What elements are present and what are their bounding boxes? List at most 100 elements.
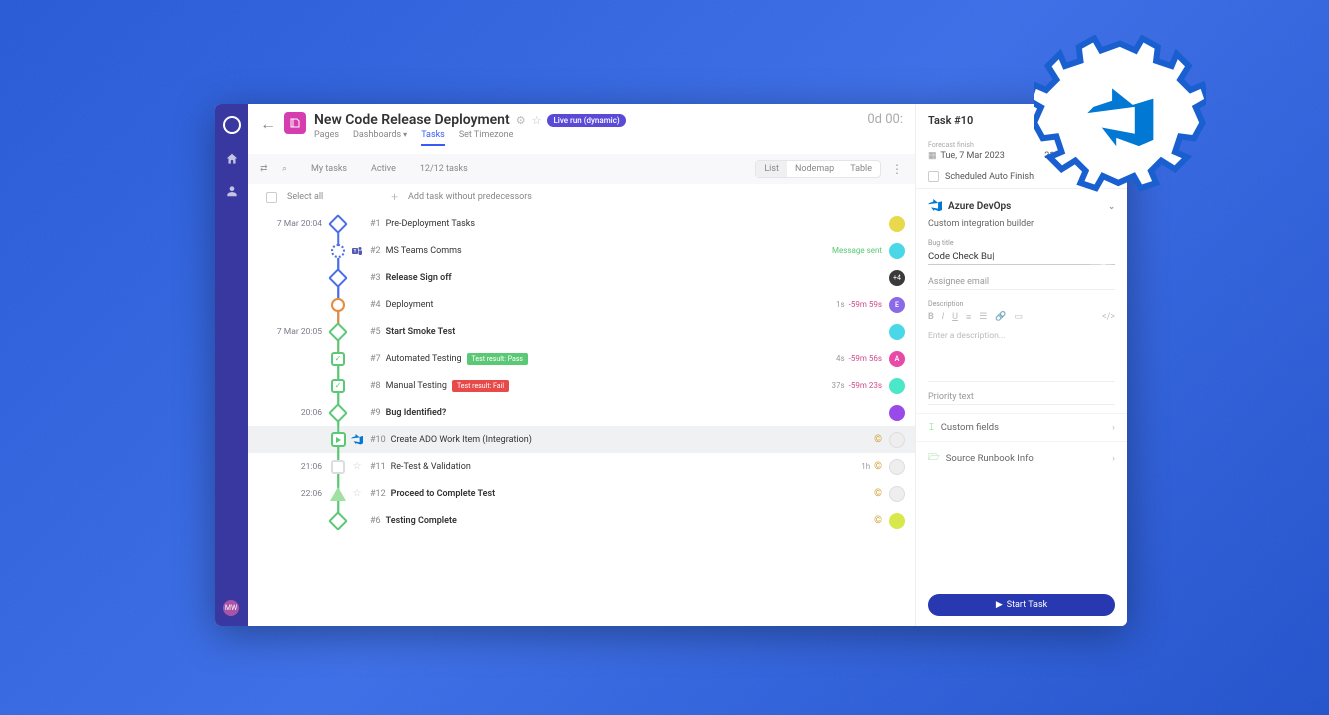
task-text: #8Manual TestingTest result: Fail [366,380,832,392]
add-task-plus-icon[interactable]: + [391,190,398,204]
header: ← New Code Release Deployment ⚙ ☆ Live r… [248,104,915,154]
description-input[interactable]: Enter a description... [928,327,1115,382]
assignee-avatar[interactable] [889,243,905,259]
assignee-email-input[interactable]: Assignee email [928,275,1115,290]
underline-icon[interactable]: U [952,312,958,323]
phone-icon[interactable] [1090,250,1112,272]
task-meta: Message sent [832,243,905,259]
settings-icon[interactable]: ⚙ [516,114,526,127]
task-text: #3Release Sign off [366,273,889,283]
filter-my-tasks[interactable]: My tasks [304,161,354,177]
search-icon[interactable]: ⌕ [282,164,294,174]
link-icon[interactable] [1090,215,1112,237]
task-row[interactable]: ✓#8Manual TestingTest result: Fail37s-59… [248,372,915,399]
assignee-avatar[interactable] [889,486,905,502]
attachment-icon[interactable]: ▭ [1015,312,1024,323]
assignee-avatar[interactable] [889,432,905,448]
bold-icon[interactable]: B [928,312,934,323]
task-row[interactable]: #3Release Sign off+4 [248,264,915,291]
view-table[interactable]: Table [842,161,880,177]
star-icon[interactable]: ☆ [532,114,542,127]
code-icon[interactable]: </> [1102,312,1115,323]
task-meta [886,324,905,340]
back-arrow-icon[interactable]: ← [260,114,276,134]
assignee-avatar[interactable] [889,513,905,529]
view-nodemap[interactable]: Nodemap [787,161,842,177]
assignee-avatar[interactable]: A [889,351,905,367]
view-list[interactable]: List [756,161,787,177]
task-status-icon [328,514,348,528]
task-status-icon [328,271,348,285]
task-time: 7 Mar 20:05 [248,327,328,337]
select-all-label[interactable]: Select all [287,192,323,202]
source-runbook-section[interactable]: 🗁 Source Runbook Info › [916,441,1127,474]
bullet-list-icon[interactable]: ≡ [966,312,971,323]
tab-pages[interactable]: Pages [314,130,339,146]
task-row[interactable]: #10Create ADO Work Item (Integration)© [248,426,915,453]
task-row[interactable]: 22:06☆#12Proceed to Complete Test© [248,480,915,507]
number-list-icon[interactable]: ☰ [979,312,987,323]
custom-fields-section[interactable]: 𝙸 Custom fields › [916,413,1127,441]
people-icon[interactable] [225,184,239,198]
task-row[interactable]: #4Deployment1s-59m 59sE [248,291,915,318]
task-row[interactable]: ✓#7Automated TestingTest result: Pass4s-… [248,345,915,372]
task-name: Create ADO Work Item (Integration) [391,435,532,445]
task-row[interactable]: #6Testing Complete© [248,507,915,534]
toolbar: ⇄ ⌕ My tasks Active 12/12 tasks List Nod… [248,154,915,184]
tab-tasks[interactable]: Tasks [421,130,445,146]
task-name: Automated Testing [386,354,462,364]
task-name: MS Teams Comms [386,246,462,256]
assignee-avatar[interactable] [889,405,905,421]
assignee-avatar[interactable] [889,324,905,340]
task-text: #1Pre-Deployment Tasks [366,219,886,229]
header-tabs: Pages Dashboards Tasks Set Timezone [314,130,859,146]
task-row[interactable]: 7 Mar 20:05 #5Start Smoke Test [248,318,915,345]
task-row[interactable]: T#2MS Teams CommsMessage sent [248,237,915,264]
link-icon[interactable]: 🔗 [995,312,1006,323]
app-window: MW ← New Code Release Deployment ⚙ ☆ Liv… [215,104,1127,626]
assignee-avatar[interactable] [889,216,905,232]
task-row[interactable]: 20:06#9Bug Identified? [248,399,915,426]
start-task-button[interactable]: ▶ Start Task [928,594,1115,616]
filter-active[interactable]: Active [364,161,403,177]
scheduled-checkbox[interactable] [928,171,939,182]
task-text: #7Automated TestingTest result: Pass [366,353,836,365]
tab-dashboards[interactable]: Dashboards [353,130,407,146]
more-icon[interactable]: ⋮ [891,162,903,176]
priority-input[interactable]: Priority text [928,390,1115,405]
task-meta: © [874,432,905,448]
test-pass-badge: Test result: Pass [467,353,529,365]
task-meta: © [874,513,905,529]
view-switcher: List Nodemap Table [755,160,881,178]
task-number: #4 [370,300,381,310]
chevron-right-icon: › [1112,422,1115,433]
app-logo[interactable] [223,116,241,134]
home-icon[interactable] [225,152,239,166]
user-avatar[interactable]: MW [223,600,239,616]
task-row[interactable]: 21:06☆#11Re-Test & Validation1h© [248,453,915,480]
main-content: ← New Code Release Deployment ⚙ ☆ Live r… [248,104,915,626]
task-name: Start Smoke Test [386,327,456,337]
add-task-label[interactable]: Add task without predecessors [408,192,532,202]
more-assignees-chip[interactable]: +4 [889,270,905,286]
task-text: #5Start Smoke Test [366,327,886,337]
play-icon: ▶ [996,600,1003,610]
task-number: #2 [370,246,381,256]
azure-devops-icon [928,199,942,213]
task-status-icon [328,432,348,447]
task-text: #12Proceed to Complete Test [366,489,874,499]
task-row[interactable]: 7 Mar 20:04#1Pre-Deployment Tasks [248,210,915,237]
assignee-avatar[interactable] [889,459,905,475]
left-sidebar: MW [215,104,248,626]
assignee-avatar[interactable] [889,378,905,394]
assignee-avatar[interactable]: E [889,297,905,313]
tab-timezone[interactable]: Set Timezone [459,130,514,146]
task-time: 20:06 [248,408,328,418]
calendar-icon: ▦ [928,151,937,161]
task-name: Pre-Deployment Tasks [386,219,475,229]
filter-icon[interactable]: ⇄ [260,164,272,174]
italic-icon[interactable]: I [942,312,944,323]
select-all-checkbox[interactable] [266,192,277,203]
task-number: #9 [370,408,381,418]
forecast-date[interactable]: ▦ Tue, 7 Mar 2023 [928,151,1005,161]
